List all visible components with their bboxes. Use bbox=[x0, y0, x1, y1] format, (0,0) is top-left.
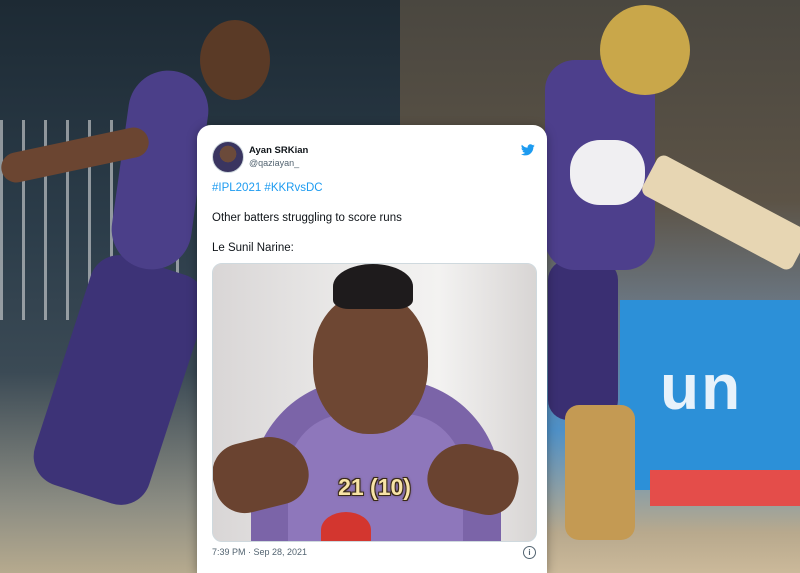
tweet-hashtags[interactable]: #IPL2021 #KKRvsDC bbox=[212, 182, 323, 194]
batting-glove bbox=[570, 140, 645, 205]
advertising-banner-red bbox=[650, 470, 800, 506]
batter-pad bbox=[565, 405, 635, 540]
media-face bbox=[313, 294, 428, 434]
info-icon[interactable]: i bbox=[523, 546, 536, 559]
tweet-text-line-2: Le Sunil Narine: bbox=[212, 242, 294, 254]
author-name[interactable]: Ayan SRKian bbox=[249, 145, 308, 156]
advertising-board-text: un bbox=[660, 351, 743, 423]
tweet-text-line-1: Other batters struggling to score runs bbox=[212, 212, 402, 224]
media-hoodie-logo bbox=[321, 512, 371, 541]
twitter-bird-icon[interactable] bbox=[521, 144, 535, 156]
author-handle[interactable]: @qaziayan_ bbox=[249, 158, 299, 168]
bowler-head bbox=[200, 20, 270, 100]
tweet-media-image[interactable]: 21 (10) bbox=[212, 263, 537, 542]
tweet-timestamp[interactable]: 7:39 PM · Sep 28, 2021 bbox=[212, 547, 307, 557]
tweet-card[interactable]: Ayan SRKian @qaziayan_ #IPL2021 #KKRvsDC… bbox=[197, 125, 547, 573]
batter-helmet bbox=[600, 5, 690, 95]
media-hair bbox=[333, 264, 413, 309]
avatar[interactable] bbox=[212, 141, 244, 173]
batter-legs bbox=[548, 260, 618, 420]
media-caption: 21 (10) bbox=[338, 474, 411, 500]
